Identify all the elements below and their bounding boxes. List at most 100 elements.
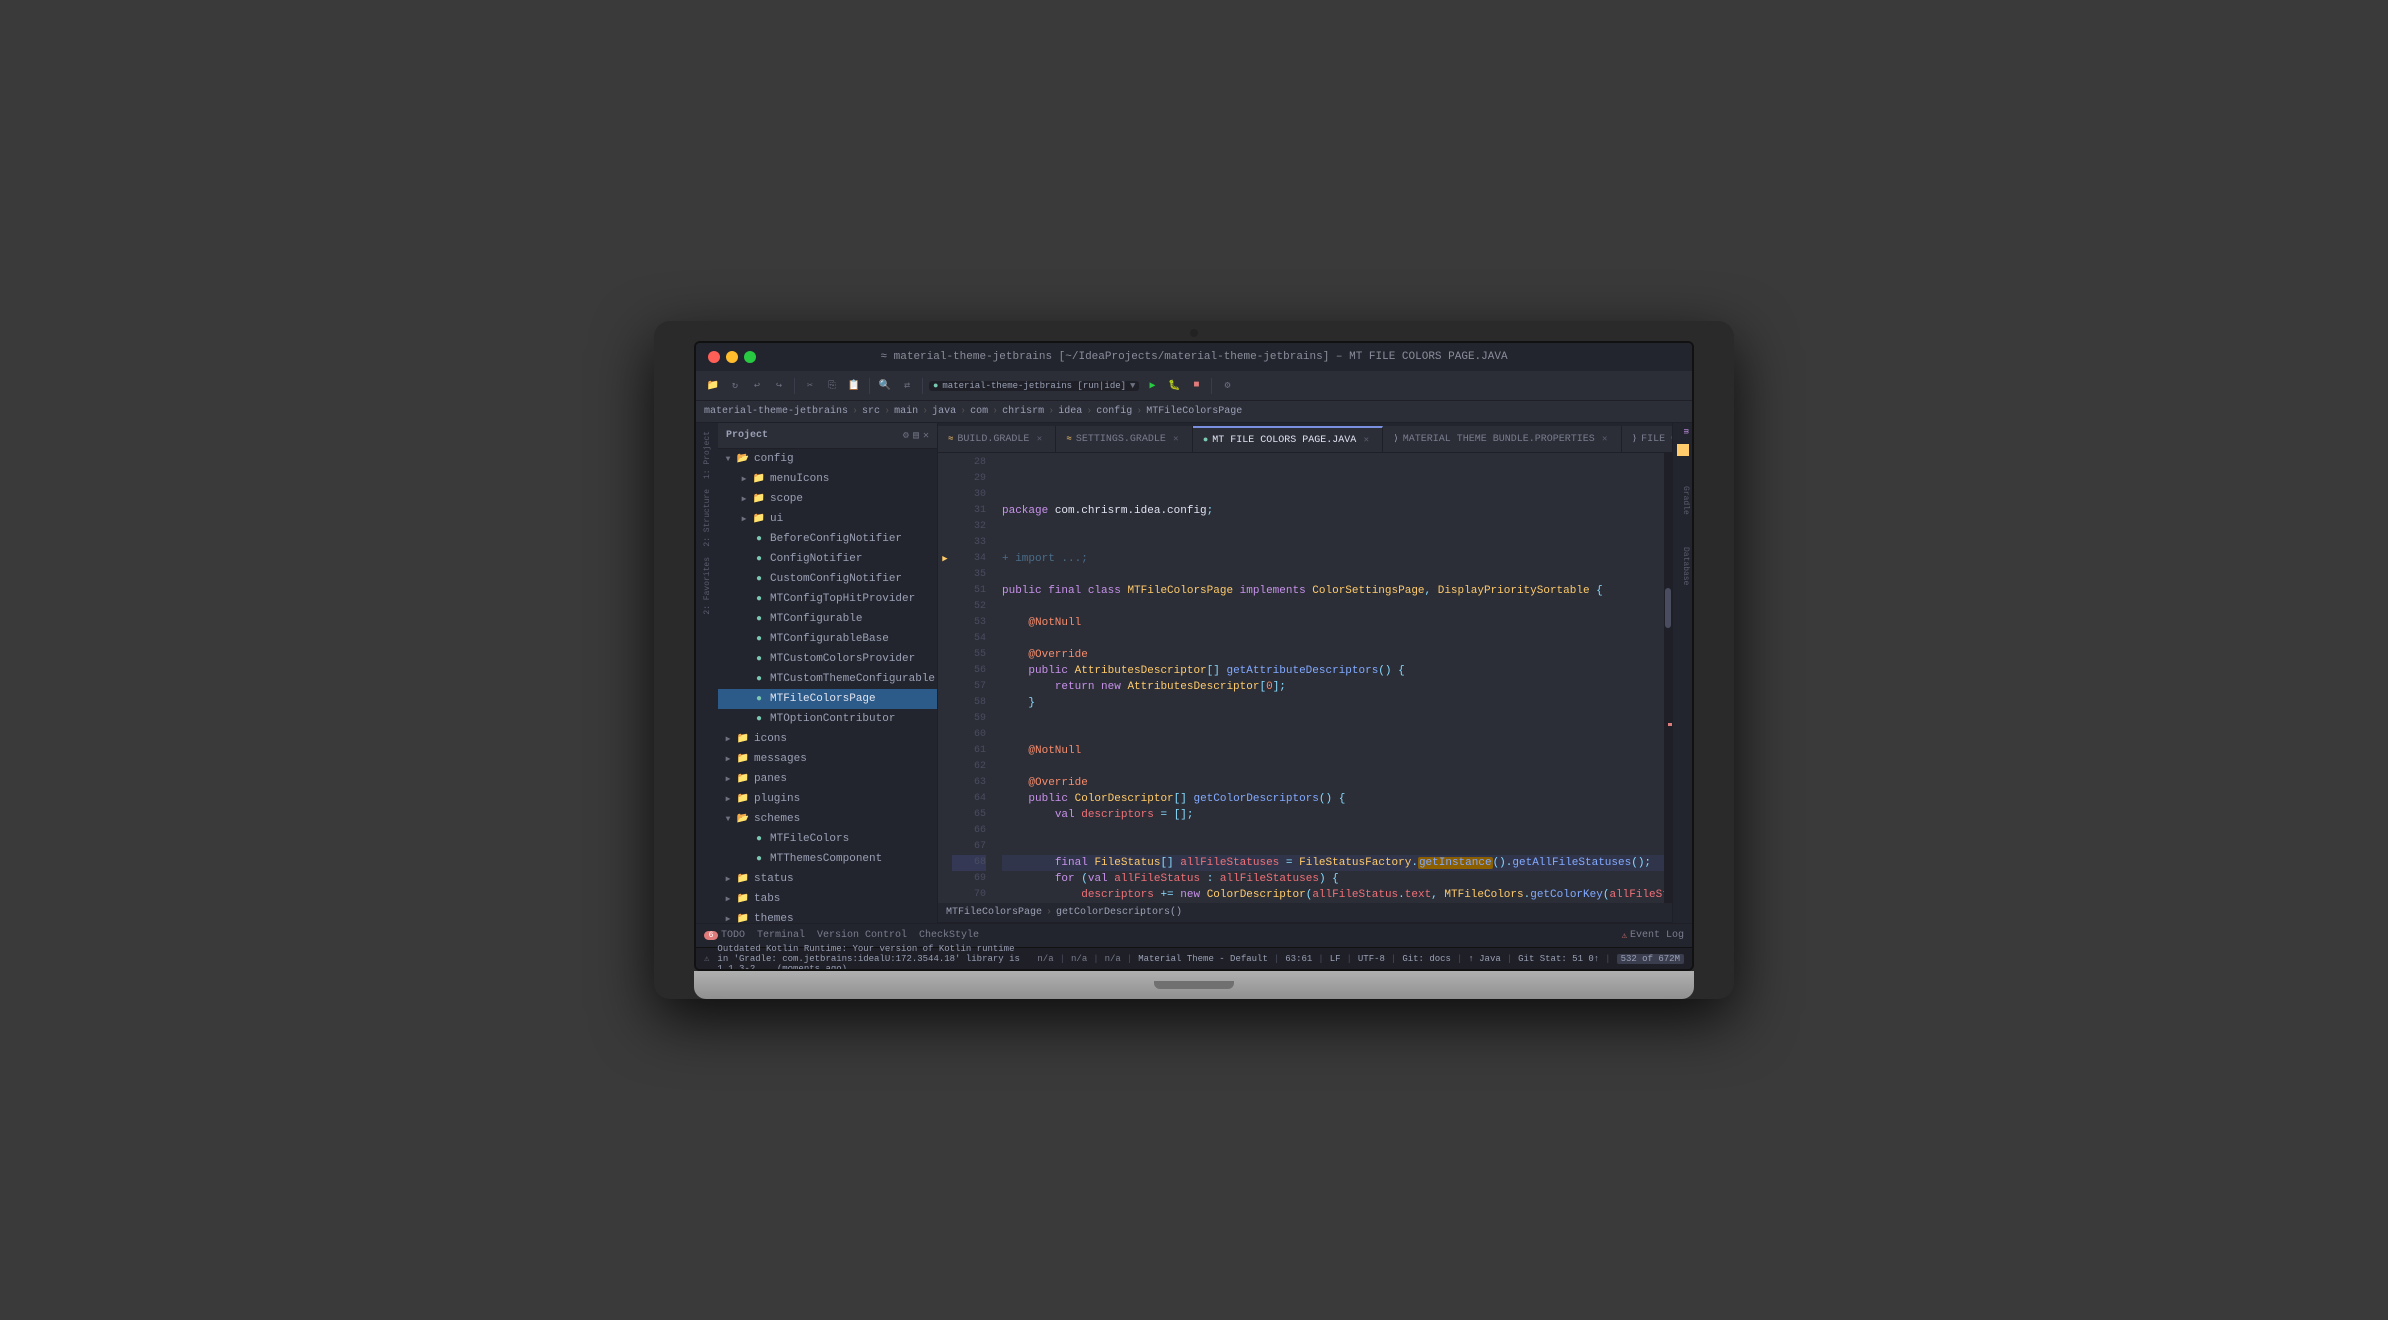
undo-icon[interactable]: ↩ bbox=[748, 377, 766, 395]
breadcrumb-4[interactable]: java bbox=[932, 406, 956, 417]
replace-icon[interactable]: ⇄ bbox=[898, 377, 916, 395]
tree-item-menuicons[interactable]: ▶ 📁 menuIcons bbox=[718, 469, 937, 489]
tab-mtfilecolors[interactable]: ● MT FILE COLORS PAGE.JAVA ✕ bbox=[1193, 426, 1383, 452]
redo-icon[interactable]: ↪ bbox=[770, 377, 788, 395]
tab-event-log[interactable]: ⚠ Event Log bbox=[1622, 930, 1684, 941]
tab-close-build[interactable]: ✕ bbox=[1033, 433, 1045, 445]
tree-item-ui1[interactable]: ▶ 📁 ui bbox=[718, 509, 937, 529]
main-area: 1: Project 2: Structure 2: Favorites Pro… bbox=[696, 423, 1692, 923]
breadcrumb-method[interactable]: getColorDescriptors() bbox=[1056, 907, 1182, 918]
structure-tab[interactable]: 2: Structure bbox=[701, 485, 714, 551]
tree-label-tabs: tabs bbox=[754, 893, 780, 905]
memory[interactable]: 532 of 672M bbox=[1617, 954, 1684, 964]
java-file-icon: ● bbox=[752, 612, 766, 626]
tree-item-mtthemescomp[interactable]: ▶ ● MTThemesComponent bbox=[718, 849, 937, 869]
tree-item-tabs[interactable]: ▶ 📁 tabs bbox=[718, 889, 937, 909]
tree-item-mtoptioncontrib[interactable]: ▶ ● MTOptionContributor bbox=[718, 709, 937, 729]
vertical-scrollbar[interactable] bbox=[1664, 453, 1672, 903]
run-config[interactable]: ● material-theme-jetbrains [run|ide] ▼ bbox=[929, 381, 1139, 391]
tree-item-mtcustomcolors[interactable]: ▶ ● MTCustomColorsProvider bbox=[718, 649, 937, 669]
code-editor[interactable]: package com.chrisrm.idea.config; + impor… bbox=[994, 453, 1664, 903]
tree-item-config[interactable]: ▼ 📂 config bbox=[718, 449, 937, 469]
tree-item-plugins[interactable]: ▶ 📁 plugins bbox=[718, 789, 937, 809]
tree-item-mtfilecolors2[interactable]: ▶ ● MTFileColors bbox=[718, 829, 937, 849]
gradle-tab[interactable]: Gradle bbox=[1673, 480, 1692, 521]
project-tab[interactable]: 1: Project bbox=[701, 427, 714, 483]
todo-badge: 6 bbox=[704, 931, 718, 940]
tree-item-mtcustomtheme[interactable]: ▶ ● MTCustomThemeConfigurable bbox=[718, 669, 937, 689]
breadcrumb-7[interactable]: idea bbox=[1058, 406, 1082, 417]
tree-item-mtfilecolors[interactable]: ▶ ● MTFileColorsPage bbox=[718, 689, 937, 709]
tree-item-mt-config-top[interactable]: ▶ ● MTConfigTopHitProvider bbox=[718, 589, 937, 609]
breadcrumb-6[interactable]: chrisrm bbox=[1002, 406, 1044, 417]
search-icon[interactable]: 🔍 bbox=[876, 377, 894, 395]
tab-file-colors-bundle[interactable]: ⟩ FILE COLORS BUNDLE.PROPERTIES ✕ bbox=[1622, 426, 1672, 452]
copy-icon[interactable]: ⎘ bbox=[823, 377, 841, 395]
left-gutter: 1: Project 2: Structure 2: Favorites bbox=[696, 423, 718, 923]
folder-icon[interactable]: 📁 bbox=[704, 377, 722, 395]
scrollbar-thumb[interactable] bbox=[1665, 588, 1671, 628]
code-line-68: final FileStatus[] allFileStatuses = Fil… bbox=[1002, 855, 1664, 871]
laptop-screen: ≈ material-theme-jetbrains [~/IdeaProjec… bbox=[694, 341, 1694, 971]
breadcrumb-1[interactable]: material-theme-jetbrains bbox=[704, 406, 848, 417]
close-sidebar-icon[interactable]: ✕ bbox=[923, 430, 929, 442]
breadcrumb-8[interactable]: config bbox=[1096, 406, 1132, 417]
layout-icon[interactable]: ▤ bbox=[913, 430, 919, 442]
encoding[interactable]: UTF-8 bbox=[1358, 954, 1385, 964]
tree-item-schemes[interactable]: ▼ 📂 schemes bbox=[718, 809, 937, 829]
toolbar-sep-1 bbox=[794, 378, 795, 394]
settings-icon[interactable]: ⚙ bbox=[1218, 377, 1236, 395]
line-num-70: 70 bbox=[952, 887, 986, 903]
minimize-button[interactable] bbox=[726, 351, 738, 363]
tree-item-mtconfigurablebase[interactable]: ▶ ● MTConfigurableBase bbox=[718, 629, 937, 649]
code-line-52 bbox=[1002, 599, 1664, 615]
position[interactable]: 63:61 bbox=[1285, 954, 1312, 964]
breadcrumb-5[interactable]: com bbox=[970, 406, 988, 417]
status-sep-10: | bbox=[1605, 954, 1610, 964]
tree-item-status[interactable]: ▶ 📁 status bbox=[718, 869, 937, 889]
tree-item-scope[interactable]: ▶ 📁 scope bbox=[718, 489, 937, 509]
toolbar-sep-2 bbox=[869, 378, 870, 394]
database-tab[interactable]: Database bbox=[1673, 541, 1692, 591]
tree-item-mtconfigurable[interactable]: ▶ ● MTConfigurable bbox=[718, 609, 937, 629]
tab-version-control[interactable]: Version Control bbox=[817, 930, 907, 941]
tab-build-gradle[interactable]: ≈ BUILD.GRADLE ✕ bbox=[938, 426, 1056, 452]
tree-item-config-notifier[interactable]: ▶ ● ConfigNotifier bbox=[718, 549, 937, 569]
tree-item-icons[interactable]: ▶ 📁 icons bbox=[718, 729, 937, 749]
tab-todo[interactable]: 6 TODO bbox=[704, 930, 745, 941]
laptop-base bbox=[694, 971, 1694, 999]
stop-icon[interactable]: ■ bbox=[1187, 377, 1205, 395]
favorites-tab[interactable]: 2: Favorites bbox=[701, 553, 714, 619]
breadcrumb-9[interactable]: MTFileColorsPage bbox=[1146, 406, 1242, 417]
tree-item-custom-config[interactable]: ▶ ● CustomConfigNotifier bbox=[718, 569, 937, 589]
code-content: ▶ 28 29 30 31 32 33 34 35 51 bbox=[938, 453, 1672, 903]
tree-item-before-config[interactable]: ▶ ● BeforeConfigNotifier bbox=[718, 529, 937, 549]
tree-item-panes[interactable]: ▶ 📁 panes bbox=[718, 769, 937, 789]
tab-close-material-bundle[interactable]: ✕ bbox=[1599, 433, 1611, 445]
breadcrumb-class[interactable]: MTFileColorsPage bbox=[946, 907, 1042, 918]
tab-close-mtfilecolors[interactable]: ✕ bbox=[1360, 434, 1372, 446]
tab-checkstyle[interactable]: CheckStyle bbox=[919, 930, 979, 941]
maven-tab[interactable]: m bbox=[1673, 423, 1692, 440]
breadcrumb-3[interactable]: main bbox=[894, 406, 918, 417]
line-num-55: 55 bbox=[952, 647, 986, 663]
tree-item-themes[interactable]: ▶ 📁 themes bbox=[718, 909, 937, 923]
maximize-button[interactable] bbox=[744, 351, 756, 363]
close-button[interactable] bbox=[708, 351, 720, 363]
tab-close-settings[interactable]: ✕ bbox=[1170, 433, 1182, 445]
line-num-67: 67 bbox=[952, 839, 986, 855]
tree-label-mtcustomcolors: MTCustomColorsProvider bbox=[770, 653, 915, 665]
gear-icon[interactable]: ⚙ bbox=[903, 430, 909, 442]
run-icon[interactable]: ▶ bbox=[1143, 377, 1161, 395]
java-tab-icon: ● bbox=[1203, 435, 1208, 445]
cut-icon[interactable]: ✂ bbox=[801, 377, 819, 395]
tab-terminal[interactable]: Terminal bbox=[757, 930, 805, 941]
breadcrumb-2[interactable]: src bbox=[862, 406, 880, 417]
paste-icon[interactable]: 📋 bbox=[845, 377, 863, 395]
tree-item-messages[interactable]: ▶ 📁 messages bbox=[718, 749, 937, 769]
tab-material-bundle[interactable]: ⟩ MATERIAL THEME BUNDLE.PROPERTIES ✕ bbox=[1383, 426, 1621, 452]
theme-name[interactable]: Material Theme - Default bbox=[1138, 954, 1268, 964]
tab-settings-gradle[interactable]: ≈ SETTINGS.GRADLE ✕ bbox=[1056, 426, 1192, 452]
refresh-icon[interactable]: ↻ bbox=[726, 377, 744, 395]
debug-icon[interactable]: 🐛 bbox=[1165, 377, 1183, 395]
